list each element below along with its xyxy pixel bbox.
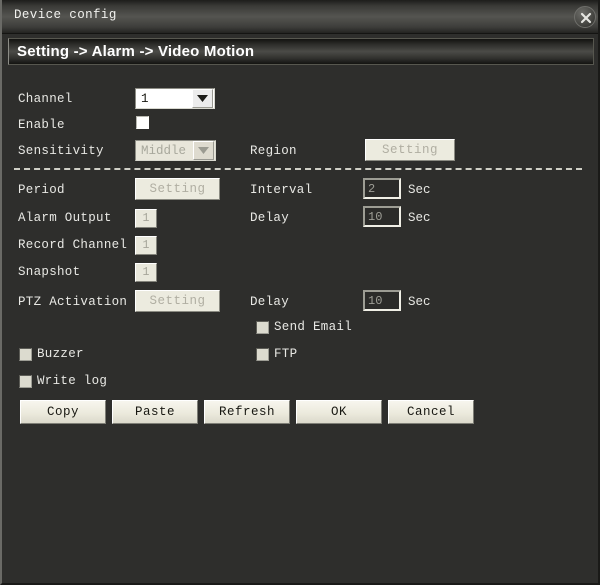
close-x-glyph <box>580 12 592 24</box>
enable-checkbox[interactable] <box>136 116 149 129</box>
buzzer-checkbox[interactable] <box>19 348 32 361</box>
section-divider <box>14 168 582 170</box>
channel-label: Channel <box>18 92 73 106</box>
period-label: Period <box>18 183 65 197</box>
send-email-checkbox[interactable] <box>256 321 269 334</box>
paste-button[interactable]: Paste <box>112 400 198 424</box>
alarm-delay-input[interactable]: 10 <box>363 206 401 227</box>
write-log-checkbox[interactable] <box>19 375 32 388</box>
channel-select[interactable]: 1 <box>135 88 215 109</box>
sensitivity-label: Sensitivity <box>18 144 104 158</box>
ptz-delay-unit: Sec <box>408 295 431 309</box>
sensitivity-value: Middle <box>141 143 187 158</box>
ftp-label: FTP <box>274 347 298 361</box>
record-channel-label: Record Channel <box>18 238 128 252</box>
close-icon[interactable] <box>574 6 596 28</box>
region-label: Region <box>250 144 297 158</box>
period-setting-button[interactable]: Setting <box>135 178 220 200</box>
sensitivity-select[interactable]: Middle <box>135 140 216 161</box>
channel-value: 1 <box>141 91 149 106</box>
alarm-delay-unit: Sec <box>408 211 431 225</box>
buzzer-label: Buzzer <box>37 347 84 361</box>
breadcrumb: Setting -> Alarm -> Video Motion <box>8 38 594 65</box>
region-setting-button[interactable]: Setting <box>365 139 455 161</box>
enable-label: Enable <box>18 118 65 132</box>
alarm-output-label: Alarm Output <box>18 211 112 225</box>
window-title: Device config <box>14 8 117 22</box>
ptz-activation-setting-button[interactable]: Setting <box>135 290 220 312</box>
refresh-button[interactable]: Refresh <box>204 400 290 424</box>
record-channel-button[interactable]: 1 <box>135 236 157 255</box>
chevron-down-icon <box>193 141 214 160</box>
send-email-label: Send Email <box>274 320 353 334</box>
window-titlebar: Device config <box>2 0 598 34</box>
interval-unit: Sec <box>408 183 431 197</box>
breadcrumb-text: Setting -> Alarm -> Video Motion <box>17 43 255 60</box>
ptz-activation-label: PTZ Activation <box>18 295 128 309</box>
cancel-button[interactable]: Cancel <box>388 400 474 424</box>
alarm-delay-label: Delay <box>250 211 290 225</box>
ptz-delay-label: Delay <box>250 295 290 309</box>
interval-label: Interval <box>250 183 313 197</box>
snapshot-label: Snapshot <box>18 265 81 279</box>
device-config-window: Device config Setting -> Alarm -> Video … <box>0 0 600 585</box>
settings-body: Channel 1 Enable Sensitivity Middle Regi… <box>2 70 598 583</box>
write-log-label: Write log <box>37 374 108 388</box>
ftp-checkbox[interactable] <box>256 348 269 361</box>
ok-button[interactable]: OK <box>296 400 382 424</box>
ptz-delay-input[interactable]: 10 <box>363 290 401 311</box>
interval-input[interactable]: 2 <box>363 178 401 199</box>
alarm-output-button[interactable]: 1 <box>135 209 157 228</box>
snapshot-button[interactable]: 1 <box>135 263 157 282</box>
chevron-down-icon <box>192 89 213 108</box>
copy-button[interactable]: Copy <box>20 400 106 424</box>
